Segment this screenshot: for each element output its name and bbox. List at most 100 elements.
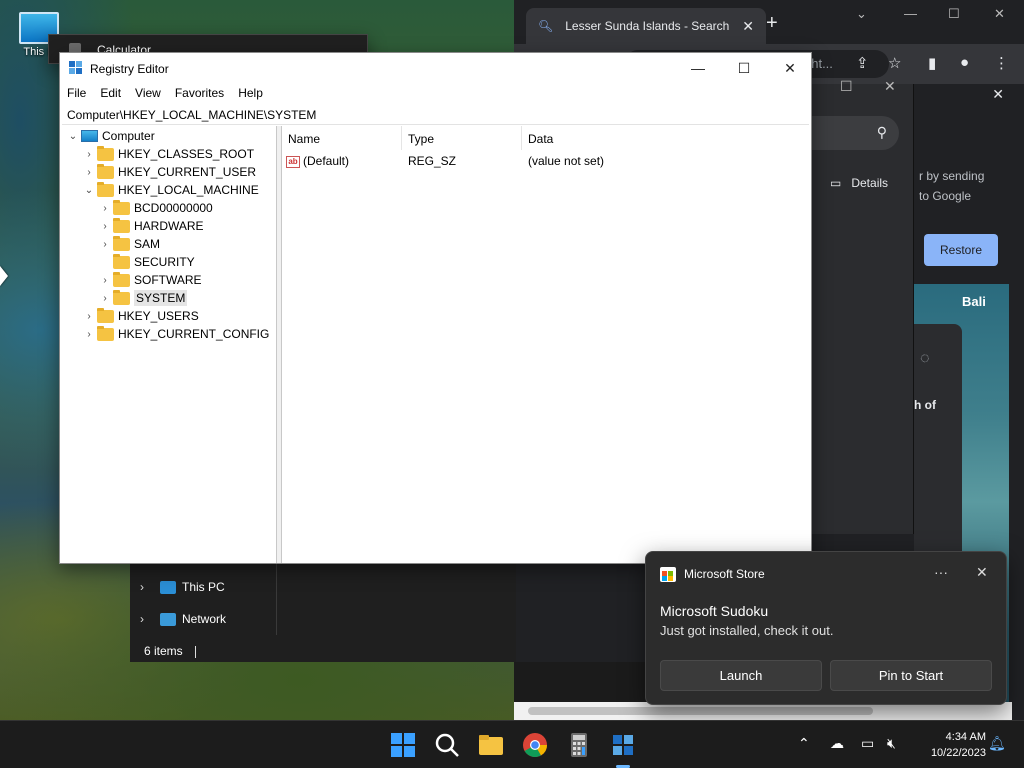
launch-button[interactable]: Launch: [660, 660, 822, 691]
chevron-right-icon[interactable]: ›: [81, 329, 97, 340]
tree-node-label: HKEY_LOCAL_MACHINE: [118, 183, 259, 197]
chrome-tab[interactable]: 🔍︎ Lesser Sunda Islands - Search ✕: [526, 8, 766, 44]
file-explorer-window[interactable]: › This PC › Network 6 items: [130, 560, 516, 662]
key-tree[interactable]: ⌄ Computer › HKEY_CLASSES_ROOT › HKEY_CURRE…: [61, 126, 277, 563]
restore-button[interactable]: Restore: [924, 234, 998, 266]
start-windows-icon[interactable]: [389, 731, 417, 759]
subwindow-maximize-icon[interactable]: ☐: [840, 78, 853, 95]
close-button[interactable]: ✕: [767, 53, 813, 83]
pane-divider: [276, 560, 277, 635]
tree-node-hkcc[interactable]: › HKEY_CURRENT_CONFIG: [81, 325, 269, 343]
tab-search-chevron-icon[interactable]: ⌄: [856, 6, 867, 22]
value-type: REG_SZ: [408, 154, 457, 168]
folder-icon: [113, 289, 130, 305]
details-button[interactable]: ▭ Details: [830, 176, 888, 190]
tree-node-software[interactable]: › SOFTWARE: [97, 271, 202, 289]
title-bar[interactable]: Registry Editor — ☐ ✕: [60, 53, 811, 84]
display-icon[interactable]: ▭: [861, 735, 874, 752]
tree-node-bcd[interactable]: › BCD00000000: [97, 199, 213, 217]
tree-node-hkcu[interactable]: › HKEY_CURRENT_USER: [81, 163, 256, 181]
search-icon[interactable]: [433, 731, 461, 759]
close-icon[interactable]: ✕: [976, 564, 988, 581]
new-tab-icon[interactable]: +: [766, 12, 778, 35]
column-header-name[interactable]: Name: [282, 126, 402, 150]
status-divider: [194, 645, 196, 658]
registry-editor-window[interactable]: Registry Editor — ☐ ✕ File Edit View Fav…: [59, 52, 812, 564]
value-data: (value not set): [528, 154, 605, 168]
notification-toast[interactable]: Microsoft Store ··· ✕ Microsoft Sudoku J…: [645, 551, 1007, 705]
tab-close-icon[interactable]: ✕: [742, 18, 754, 35]
folder-icon: [113, 253, 130, 269]
chevron-down-icon[interactable]: ⌄: [65, 131, 81, 142]
chevron-down-icon[interactable]: ⌄: [81, 185, 97, 196]
chrome-icon[interactable]: [521, 731, 549, 759]
chevron-right-icon[interactable]: ›: [81, 149, 97, 160]
maximize-button[interactable]: ☐: [721, 53, 767, 83]
menu-file[interactable]: File: [60, 84, 93, 104]
minimize-button[interactable]: —: [675, 53, 721, 83]
chat-icon[interactable]: ◌: [920, 350, 930, 368]
share-icon[interactable]: ⇪: [856, 54, 869, 72]
menu-edit[interactable]: Edit: [93, 84, 128, 104]
chevron-right-icon[interactable]: ›: [97, 203, 113, 214]
menu-favorites[interactable]: Favorites: [168, 84, 231, 104]
profile-icon[interactable]: ●: [960, 54, 969, 71]
subwindow-close-icon[interactable]: ✕: [884, 78, 896, 95]
calculator-icon[interactable]: [565, 731, 593, 759]
folder-open-icon: [97, 181, 114, 197]
nav-item-this-pc[interactable]: › This PC: [140, 580, 225, 594]
bookmark-star-icon[interactable]: ☆: [888, 54, 901, 72]
tree-node-label: HKEY_CURRENT_USER: [118, 165, 257, 179]
tree-node-system[interactable]: › SYSTEM: [97, 289, 188, 307]
chevron-right-icon[interactable]: ›: [97, 275, 113, 286]
notification-bell-icon[interactable]: 🔔︎: [988, 735, 1006, 752]
chevron-right-icon[interactable]: ›: [140, 580, 160, 594]
folder-icon: [113, 199, 130, 215]
tree-node-hkcr[interactable]: › HKEY_CLASSES_ROOT: [81, 145, 254, 163]
tree-node-security[interactable]: SECURITY: [97, 253, 195, 271]
chevron-up-icon[interactable]: ⌃: [798, 735, 810, 752]
pin-to-start-button[interactable]: Pin to Start: [830, 660, 992, 691]
volume-icon[interactable]: 🔇︎: [887, 735, 896, 752]
chevron-right-icon[interactable]: ›: [97, 221, 113, 232]
icon-block: [668, 576, 673, 581]
registry-app-icon: [69, 61, 83, 75]
tree-node-hklm[interactable]: ⌄ HKEY_LOCAL_MACHINE: [81, 181, 259, 199]
more-options-icon[interactable]: ···: [934, 564, 948, 580]
dialog-text: r by sending to Google: [919, 166, 1019, 206]
minimize-icon[interactable]: —: [904, 6, 917, 21]
mouse-cursor: [0, 266, 8, 286]
chevron-right-icon[interactable]: ›: [81, 167, 97, 178]
clock-time: 4:34 AM: [945, 731, 986, 743]
chevron-right-icon[interactable]: ›: [97, 239, 113, 250]
chevron-right-icon[interactable]: ›: [140, 612, 160, 626]
tree-node-hardware[interactable]: › HARDWARE: [97, 217, 204, 235]
tree-node-computer[interactable]: ⌄ Computer: [65, 127, 155, 145]
string-value-icon: ab: [286, 155, 300, 168]
chrome-right-pane: ✕ r by sending to Google Restore: [914, 84, 1024, 284]
onedrive-icon[interactable]: ☁: [830, 735, 844, 752]
dialog-text-line-1: r by sending: [919, 169, 985, 183]
close-icon[interactable]: ✕: [994, 6, 1005, 22]
menu-kebab-icon[interactable]: ⋮: [994, 54, 1009, 72]
registry-editor-icon[interactable]: [609, 731, 637, 759]
dialog-close-icon[interactable]: ✕: [992, 86, 1004, 103]
menu-help[interactable]: Help: [231, 84, 270, 104]
icon-block: [69, 68, 75, 74]
column-header-type[interactable]: Type: [402, 126, 522, 150]
side-panel-icon[interactable]: ▮: [928, 54, 936, 72]
file-explorer-icon[interactable]: [477, 731, 505, 759]
tree-node-sam[interactable]: › SAM: [97, 235, 160, 253]
chevron-right-icon[interactable]: ›: [81, 311, 97, 322]
column-header-data[interactable]: Data: [522, 126, 802, 150]
nav-item-network[interactable]: › Network: [140, 612, 226, 626]
chevron-right-icon[interactable]: ›: [97, 293, 113, 304]
values-list[interactable]: Name Type Data ab (Default) REG_SZ (value…: [282, 126, 811, 563]
scrollbar-thumb[interactable]: [528, 707, 873, 715]
value-row[interactable]: ab (Default) REG_SZ (value not set): [282, 152, 802, 170]
menu-view[interactable]: View: [128, 84, 168, 104]
address-bar[interactable]: Computer\HKEY_LOCAL_MACHINE\SYSTEM: [62, 105, 809, 125]
maximize-icon[interactable]: ☐: [948, 6, 960, 22]
tree-node-hku[interactable]: › HKEY_USERS: [81, 307, 199, 325]
system-clock[interactable]: 4:34 AM 10/22/2023: [914, 729, 986, 761]
